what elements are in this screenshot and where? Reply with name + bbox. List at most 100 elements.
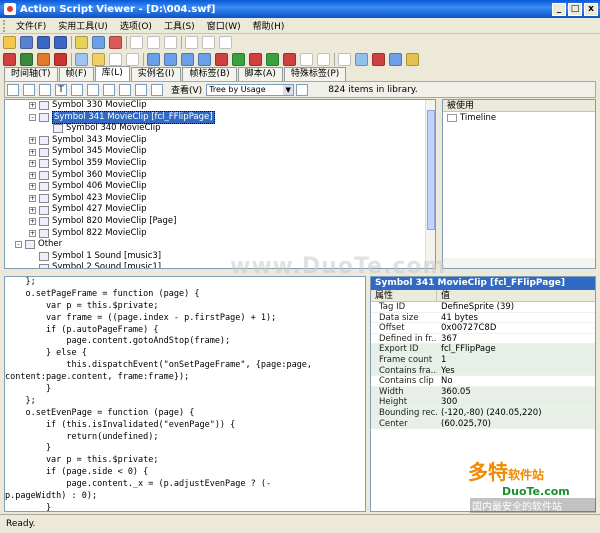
layer-icon[interactable]: [92, 53, 105, 66]
movieclip-icon[interactable]: [151, 83, 163, 96]
expand-icon[interactable]: +: [29, 102, 36, 110]
window-layout-icon[interactable]: [130, 36, 143, 49]
sound-icon[interactable]: [87, 83, 99, 96]
tree-row[interactable]: - Symbol 341 MovieClip [fcl_FFlipPage]: [5, 110, 435, 125]
property-row[interactable]: Width 360.05: [371, 386, 595, 398]
property-row[interactable]: Bounding rec... (-120,-80) (240.05,220): [371, 407, 595, 419]
shape-filter-icon[interactable]: [39, 83, 51, 96]
open-folder-icon[interactable]: [3, 36, 16, 49]
info-icon[interactable]: [296, 83, 309, 96]
save-icon[interactable]: [20, 36, 33, 49]
expand-icon[interactable]: +: [29, 137, 36, 145]
menu-help[interactable]: 帮助(H): [247, 19, 291, 32]
frame-icon[interactable]: [75, 53, 88, 66]
expand-icon[interactable]: +: [29, 183, 36, 191]
red-flag-icon[interactable]: [215, 53, 228, 66]
tree-row[interactable]: Symbol 2 Sound [music1]: [5, 262, 435, 268]
minimize-button[interactable]: _: [552, 2, 566, 16]
list2-icon[interactable]: [317, 53, 330, 66]
tile-icon[interactable]: [185, 36, 198, 49]
b-icon[interactable]: [266, 53, 279, 66]
menu-tools[interactable]: 工具(S): [158, 19, 201, 32]
expand-icon[interactable]: +: [29, 160, 36, 168]
tree-row[interactable]: + Symbol 423 MovieClip: [5, 193, 435, 205]
hammer-icon[interactable]: [372, 53, 385, 66]
property-row[interactable]: Tag ID DefineSprite (39): [371, 302, 595, 313]
used-by-scrollbar[interactable]: [443, 258, 595, 268]
page-icon[interactable]: [109, 53, 122, 66]
menu-file[interactable]: 文件(F): [10, 19, 52, 32]
doc2-icon[interactable]: [181, 53, 194, 66]
diamond-icon[interactable]: [3, 53, 16, 66]
doc-icon[interactable]: [164, 53, 177, 66]
tab-frame-labels[interactable]: 帧标签(B): [182, 67, 237, 81]
lock-icon[interactable]: [406, 53, 419, 66]
library-view-icon[interactable]: [7, 83, 19, 96]
page-blank-icon[interactable]: [126, 53, 139, 66]
property-row[interactable]: Offset 0x00727C8D: [371, 323, 595, 334]
tab-library[interactable]: 库(L): [94, 66, 130, 81]
property-row[interactable]: Contains fra... Yes: [371, 365, 595, 377]
font-icon[interactable]: [71, 83, 83, 96]
record-icon[interactable]: [54, 53, 67, 66]
used-by-item[interactable]: Timeline: [443, 112, 595, 124]
export-icon[interactable]: [37, 36, 50, 49]
menu-utilities[interactable]: 实用工具(U): [52, 19, 114, 32]
button-icon[interactable]: [119, 83, 131, 96]
tree-row[interactable]: Symbol 340 MovieClip: [5, 123, 435, 135]
doc3-icon[interactable]: [198, 53, 211, 66]
code-panel[interactable]: }; o.setPageFrame = function (page) { va…: [4, 276, 366, 512]
stop-icon[interactable]: [109, 36, 122, 49]
scrollbar-thumb[interactable]: [427, 110, 435, 230]
tree-row[interactable]: - Other: [5, 239, 435, 251]
menu-options[interactable]: 选项(O): [114, 19, 158, 32]
collapse-icon[interactable]: -: [29, 113, 36, 121]
cascade-icon[interactable]: [202, 36, 215, 49]
screen-icon[interactable]: [389, 53, 402, 66]
tree-row[interactable]: + Symbol 820 MovieClip [Page]: [5, 216, 435, 228]
movie-icon[interactable]: [20, 53, 33, 66]
tree-row[interactable]: + Symbol 406 MovieClip: [5, 181, 435, 193]
panel-layout-icon[interactable]: [164, 36, 177, 49]
tree-row[interactable]: + Symbol 360 MovieClip: [5, 170, 435, 182]
shape-icon[interactable]: [37, 53, 50, 66]
col-value[interactable]: 值: [437, 290, 450, 301]
edit-icon[interactable]: [75, 36, 88, 49]
tree-row[interactable]: + Symbol 343 MovieClip: [5, 135, 435, 147]
i-icon[interactable]: [283, 53, 296, 66]
script-icon[interactable]: [147, 53, 160, 66]
property-row[interactable]: Export ID fcl_FFlipPage: [371, 344, 595, 355]
export-fla-icon[interactable]: [54, 36, 67, 49]
green-flag-icon[interactable]: [232, 53, 245, 66]
tool-icon[interactable]: [92, 36, 105, 49]
video-icon[interactable]: [135, 83, 147, 96]
menu-window[interactable]: 窗口(W): [201, 19, 247, 32]
property-row[interactable]: Defined in fr... 367: [371, 334, 595, 345]
close-button[interactable]: x: [584, 2, 598, 16]
property-row[interactable]: Frame count 1: [371, 354, 595, 366]
expand-icon[interactable]: +: [29, 218, 36, 226]
col-property[interactable]: 属性: [371, 290, 437, 301]
text-icon[interactable]: T: [55, 83, 67, 96]
property-row[interactable]: Height 300: [371, 397, 595, 408]
tab-instance-names[interactable]: 实例名(I): [130, 67, 182, 81]
expand-icon[interactable]: +: [29, 229, 36, 237]
hand-icon[interactable]: [103, 83, 115, 96]
tab-special-tags[interactable]: 特殊标签(P): [283, 67, 347, 81]
split-layout-icon[interactable]: [147, 36, 160, 49]
chevron-down-icon[interactable]: ▼: [283, 84, 294, 95]
maximize-button[interactable]: □: [568, 2, 582, 16]
view-select[interactable]: Tree by Usage ▼: [206, 83, 295, 96]
library-tree[interactable]: + Symbol 330 MovieClip - Symbol 341 MovieCl…: [4, 99, 436, 269]
tab-timeline[interactable]: 时间轴(T): [4, 67, 58, 81]
tab-frames[interactable]: 帧(F): [58, 67, 94, 81]
list-icon[interactable]: [300, 53, 313, 66]
expand-icon[interactable]: +: [29, 206, 36, 214]
expand-icon[interactable]: +: [29, 195, 36, 203]
tree-row[interactable]: + Symbol 822 MovieClip: [5, 228, 435, 240]
property-row[interactable]: Center (60.025,70): [371, 418, 595, 430]
checkbox-icon[interactable]: [338, 53, 351, 66]
expand-icon[interactable]: +: [29, 171, 36, 179]
tab-scripts[interactable]: 脚本(A): [237, 67, 283, 81]
tree-row[interactable]: + Symbol 427 MovieClip: [5, 204, 435, 216]
